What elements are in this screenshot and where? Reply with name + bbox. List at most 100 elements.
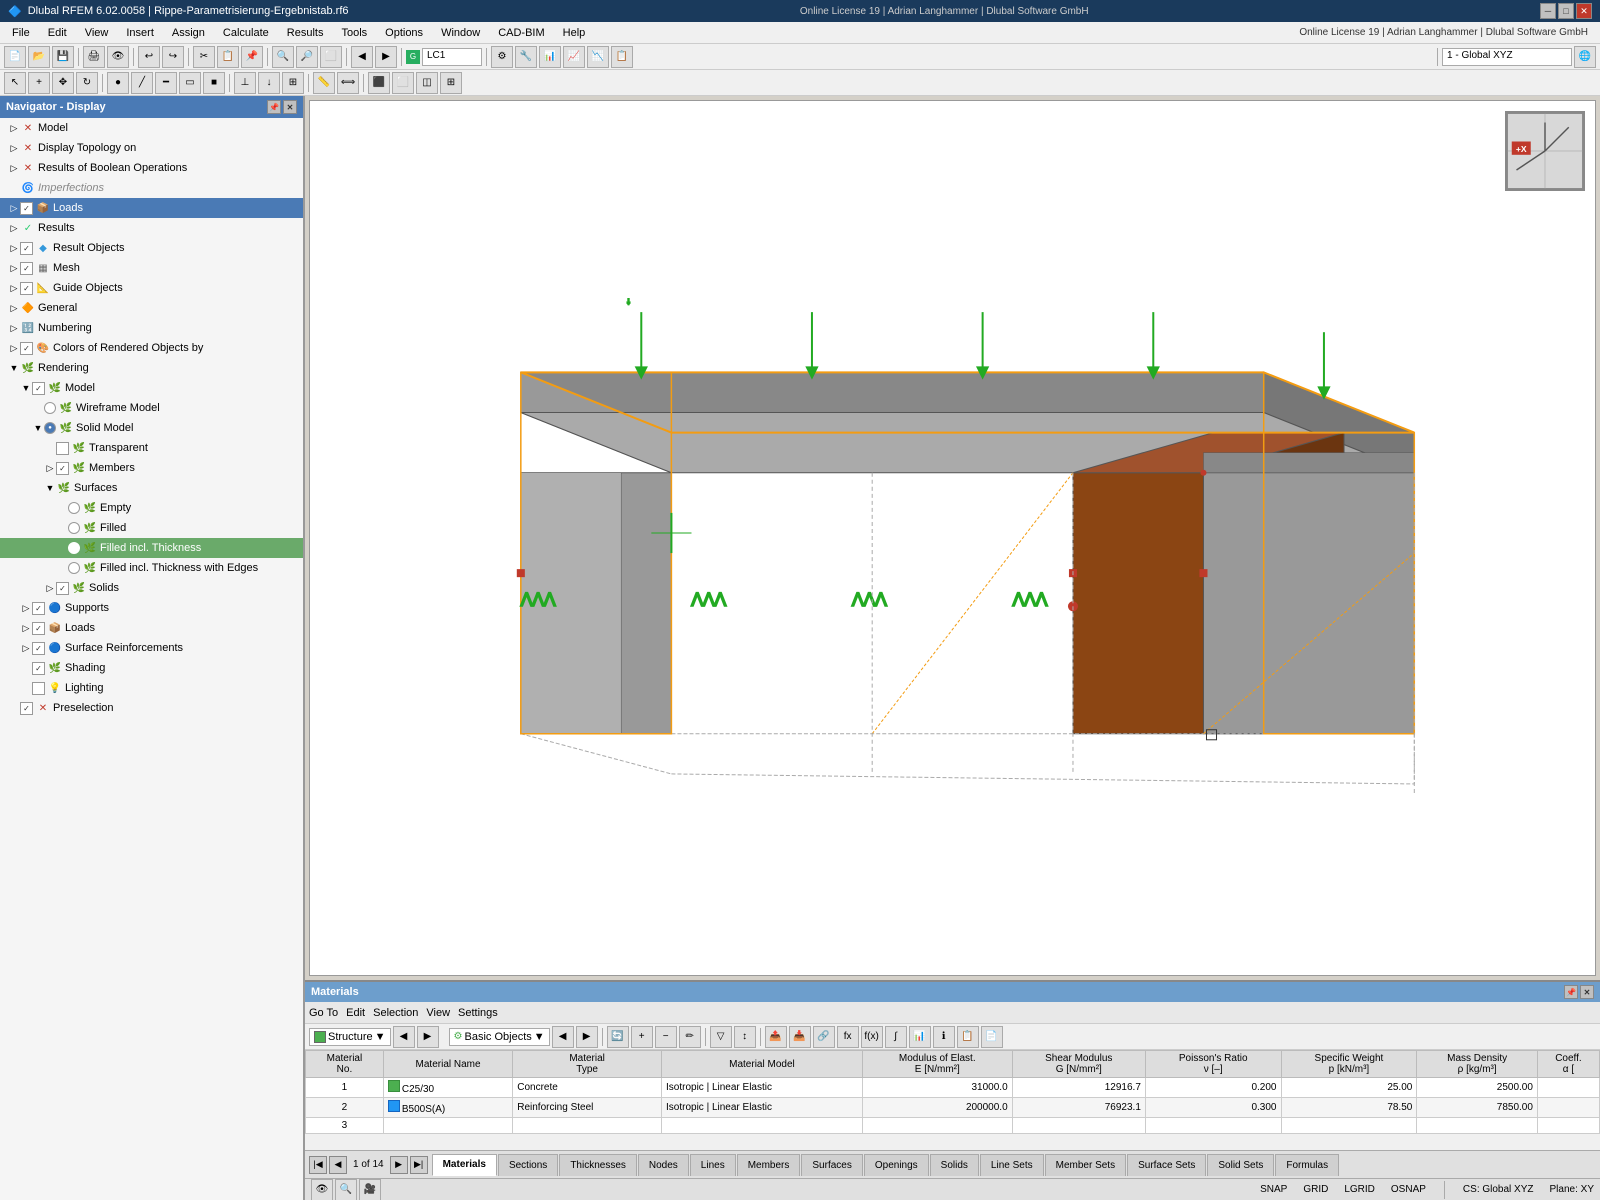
tree-item-numbering[interactable]: ▷ 🔢 Numbering [0, 318, 303, 338]
expand-loads-top[interactable]: ▷ [8, 203, 20, 214]
node-btn[interactable]: ● [107, 72, 129, 94]
tree-item-rendering-model[interactable]: ▼ 🌿 Model [0, 378, 303, 398]
menu-tools[interactable]: Tools [333, 25, 375, 41]
mat-menu-selection[interactable]: Selection [373, 1007, 418, 1019]
tree-item-transparent[interactable]: 🌿 Transparent [0, 438, 303, 458]
view-btn-3[interactable]: ◫ [416, 72, 438, 94]
expand-solid-model[interactable]: ▼ [32, 423, 44, 433]
nav-next-btn[interactable]: ▶ [390, 1156, 408, 1174]
mat-excel[interactable]: 📋 [957, 1026, 979, 1048]
member-btn[interactable]: ━ [155, 72, 177, 94]
tab-solids[interactable]: Solids [930, 1154, 979, 1176]
mat-info[interactable]: ℹ [933, 1026, 955, 1048]
mat-export[interactable]: 📤 [765, 1026, 787, 1048]
menu-window[interactable]: Window [433, 25, 488, 41]
status-osnap[interactable]: OSNAP [1391, 1184, 1426, 1195]
menu-insert[interactable]: Insert [118, 25, 162, 41]
tb-btn-6[interactable]: 📋 [611, 46, 633, 68]
tb-btn-1[interactable]: ⚙ [491, 46, 513, 68]
status-grid[interactable]: GRID [1303, 1184, 1328, 1195]
open-btn[interactable]: 📂 [28, 46, 50, 68]
tree-item-model[interactable]: ▷ ✕ Model [0, 118, 303, 138]
tb-btn-4[interactable]: 📈 [563, 46, 585, 68]
radio-wireframe[interactable] [44, 402, 56, 414]
tab-members[interactable]: Members [737, 1154, 801, 1176]
tree-item-solids[interactable]: ▷ 🌿 Solids [0, 578, 303, 598]
mat-row-2[interactable]: 2 B500S(A) Reinforcing Steel Isotropic |… [306, 1098, 1600, 1118]
checkbox-preselection[interactable] [20, 702, 33, 715]
expand-supports[interactable]: ▷ [20, 603, 32, 614]
tab-surface-sets[interactable]: Surface Sets [1127, 1154, 1206, 1176]
radio-empty[interactable] [68, 502, 80, 514]
tree-item-preselection[interactable]: ✕ Preselection [0, 698, 303, 718]
mat-menu-view[interactable]: View [426, 1007, 450, 1019]
nav-float-btn[interactable]: 📌 [267, 100, 281, 114]
checkbox-lighting[interactable] [32, 682, 45, 695]
tree-item-surface-reinforcements[interactable]: ▷ 🔵 Surface Reinforcements [0, 638, 303, 658]
tab-materials[interactable]: Materials [432, 1154, 497, 1176]
expand-rendering-model[interactable]: ▼ [20, 383, 32, 393]
checkbox-surface-reinforcements[interactable] [32, 642, 45, 655]
status-view-btn-3[interactable]: 🎥 [359, 1179, 381, 1200]
menu-help[interactable]: Help [555, 25, 594, 41]
tree-item-guide-objects[interactable]: ▷ 📐 Guide Objects [0, 278, 303, 298]
menu-results[interactable]: Results [279, 25, 332, 41]
mat-import[interactable]: 📥 [789, 1026, 811, 1048]
save-btn[interactable]: 💾 [52, 46, 74, 68]
menu-view[interactable]: View [77, 25, 117, 41]
mat-menu-settings[interactable]: Settings [458, 1007, 498, 1019]
cut-btn[interactable]: ✂ [193, 46, 215, 68]
status-view-btn-2[interactable]: 🔍 [335, 1179, 357, 1200]
mat-nav-fwd[interactable]: ▶ [417, 1026, 439, 1048]
load-case-dropdown[interactable]: LC1 [422, 48, 482, 66]
tree-item-shading[interactable]: 🌿 Shading [0, 658, 303, 678]
section-btn[interactable]: ⊞ [282, 72, 304, 94]
menu-calculate[interactable]: Calculate [215, 25, 277, 41]
expand-result-objects[interactable]: ▷ [8, 243, 20, 254]
nav-last-btn[interactable]: ▶| [410, 1156, 428, 1174]
tree-item-loads-top[interactable]: ▷ 📦 Loads [0, 198, 303, 218]
checkbox-guide-objects[interactable] [20, 282, 33, 295]
tree-item-filled-thickness-edges[interactable]: 🌿 Filled incl. Thickness with Edges [0, 558, 303, 578]
mat-sort[interactable]: ↕ [734, 1026, 756, 1048]
tb-btn-3[interactable]: 📊 [539, 46, 561, 68]
viewport-container[interactable]: ↓ [309, 100, 1596, 976]
tree-item-members[interactable]: ▷ 🌿 Members [0, 458, 303, 478]
checkbox-members[interactable] [56, 462, 69, 475]
expand-guide-objects[interactable]: ▷ [8, 283, 20, 294]
nav-right-btn[interactable]: ▶ [375, 46, 397, 68]
zoom-out-btn[interactable]: 🔎 [296, 46, 318, 68]
expand-mesh[interactable]: ▷ [8, 263, 20, 274]
tree-item-results[interactable]: ▷ ✓ Results [0, 218, 303, 238]
tree-item-supports[interactable]: ▷ 🔵 Supports [0, 598, 303, 618]
mat-graph[interactable]: 📊 [909, 1026, 931, 1048]
tab-nodes[interactable]: Nodes [638, 1154, 689, 1176]
tree-item-empty[interactable]: 🌿 Empty [0, 498, 303, 518]
mat-refresh[interactable]: 🔄 [607, 1026, 629, 1048]
menu-cad-bim[interactable]: CAD-BIM [490, 25, 552, 41]
tb-btn-5[interactable]: 📉 [587, 46, 609, 68]
tab-member-sets[interactable]: Member Sets [1045, 1154, 1126, 1176]
basic-objects-dropdown[interactable]: ⚙ Basic Objects ▼ [449, 1028, 550, 1046]
tab-sections[interactable]: Sections [498, 1154, 558, 1176]
close-button[interactable]: ✕ [1576, 3, 1592, 19]
expand-display-topology[interactable]: ▷ [8, 143, 20, 154]
pointer-btn[interactable]: + [28, 72, 50, 94]
nav-first-btn[interactable]: |◀ [309, 1156, 327, 1174]
maximize-button[interactable]: □ [1558, 3, 1574, 19]
print-btn[interactable]: 🖨 [83, 46, 105, 68]
tab-formulas[interactable]: Formulas [1275, 1154, 1339, 1176]
checkbox-transparent[interactable] [56, 442, 69, 455]
mat-del[interactable]: − [655, 1026, 677, 1048]
checkbox-loads-top[interactable] [20, 202, 33, 215]
mat-row-3[interactable]: 3 [306, 1118, 1600, 1134]
checkbox-colors[interactable] [20, 342, 33, 355]
view-btn-4[interactable]: ⊞ [440, 72, 462, 94]
tree-item-solid-model[interactable]: ▼ 🌿 Solid Model [0, 418, 303, 438]
mat-menu-edit[interactable]: Edit [346, 1007, 365, 1019]
checkbox-supports[interactable] [32, 602, 45, 615]
expand-results[interactable]: ▷ [8, 223, 20, 234]
expand-general[interactable]: ▷ [8, 303, 20, 314]
surface-btn[interactable]: ▭ [179, 72, 201, 94]
checkbox-rendering-model[interactable] [32, 382, 45, 395]
